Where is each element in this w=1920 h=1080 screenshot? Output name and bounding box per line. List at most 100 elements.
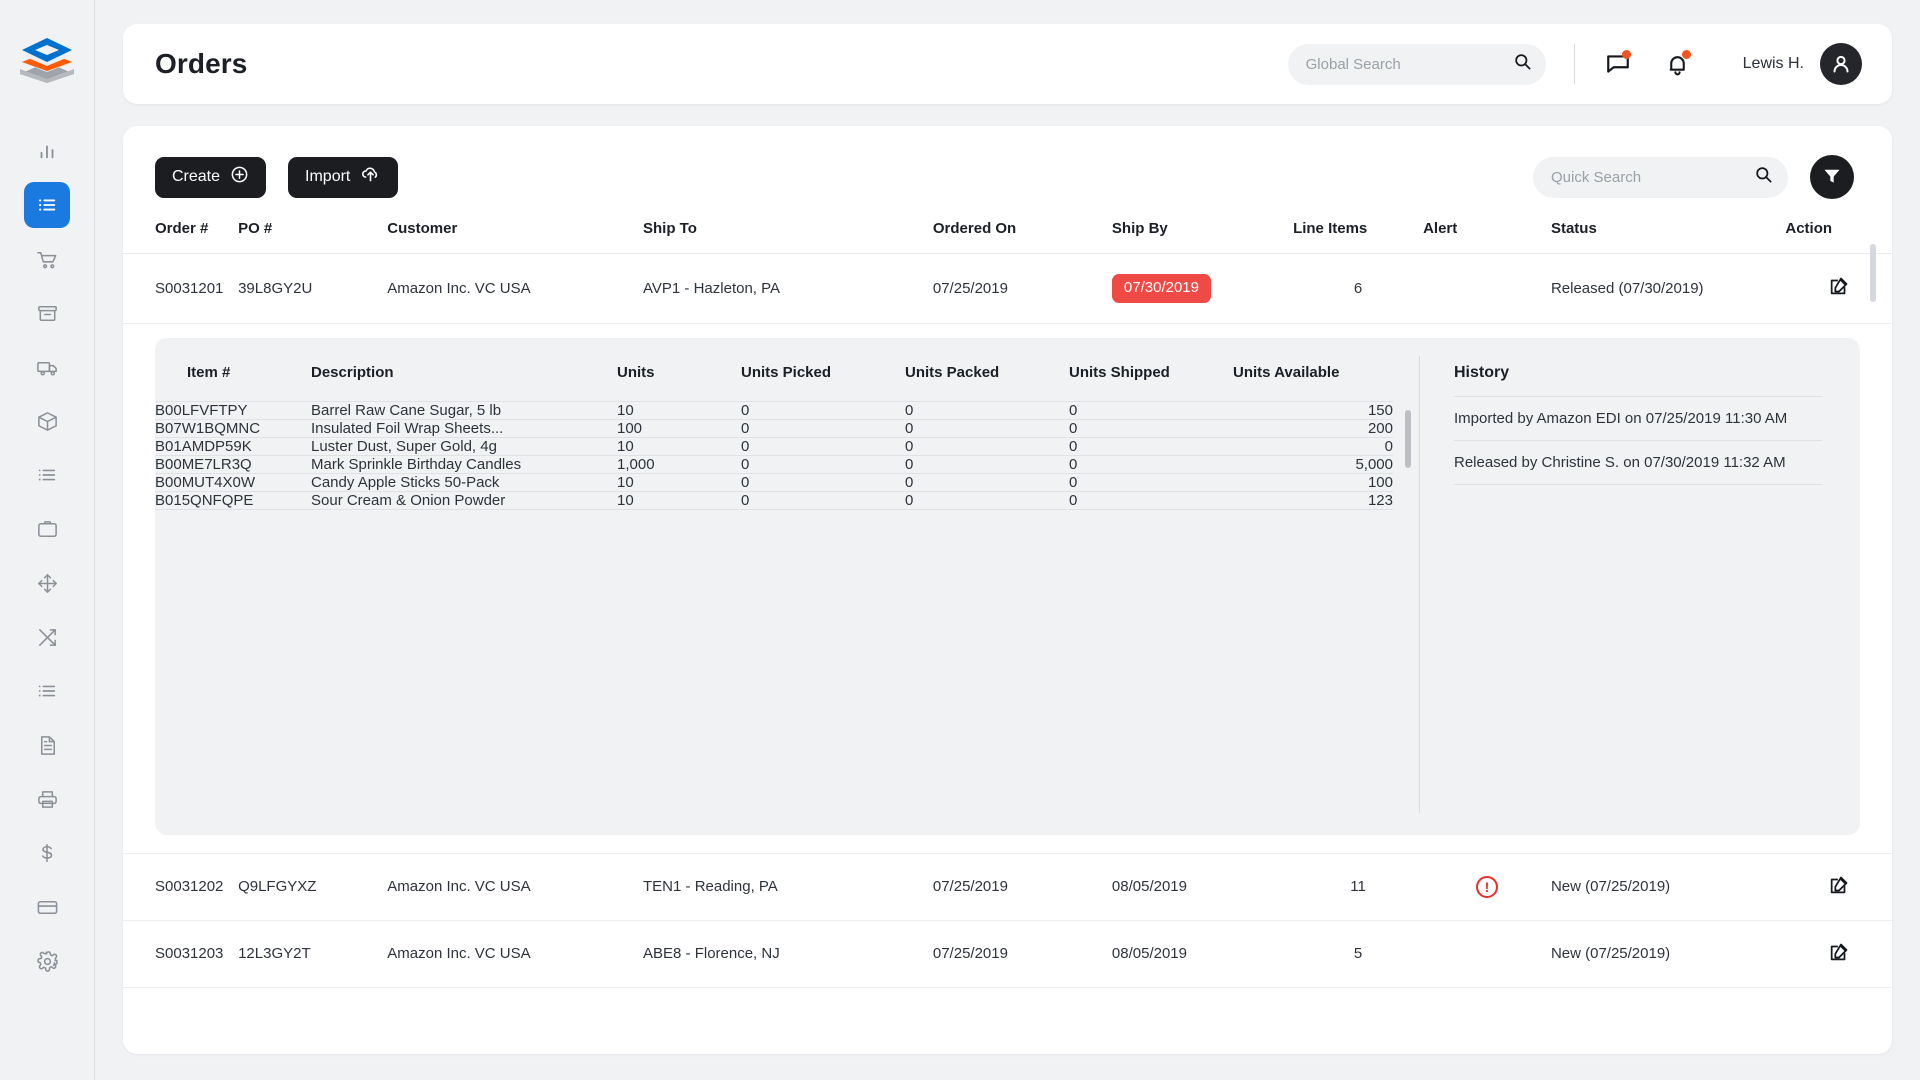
filter-button[interactable] xyxy=(1810,155,1854,199)
orders-panel: Create Import Quick Search Order # PO # … xyxy=(123,126,1892,1054)
sidebar-item-settings[interactable] xyxy=(24,938,70,984)
order-items-scroll[interactable]: Item # Description Units Units Picked Un… xyxy=(155,363,1419,792)
cell-units-picked: 0 xyxy=(741,437,905,456)
app-root: Orders Lewis H. xyxy=(0,0,1920,1080)
sidebar-item-picklists[interactable] xyxy=(24,452,70,498)
sidebar-item-billing[interactable] xyxy=(24,830,70,876)
global-search-input[interactable] xyxy=(1305,55,1513,73)
notifications-badge-dot xyxy=(1681,50,1691,59)
create-button[interactable]: Create xyxy=(155,156,267,198)
header-actions: Lewis H. xyxy=(1287,43,1862,85)
cell-po: 39L8GY2U xyxy=(238,253,388,324)
sidebar-item-orders[interactable] xyxy=(24,182,70,228)
edit-icon[interactable] xyxy=(1828,941,1850,966)
item-row[interactable]: B07W1BQMNC Insulated Foil Wrap Sheets...… xyxy=(155,419,1393,438)
cell-po: Q9LFGYXZ xyxy=(238,853,388,921)
sidebar-item-tasks[interactable] xyxy=(24,506,70,552)
page-title: Orders xyxy=(155,48,248,79)
history-entry: Imported by Amazon EDI on 07/25/2019 11:… xyxy=(1454,395,1822,440)
column-header-item: Item # xyxy=(155,363,311,402)
item-row[interactable]: B00LFVFTPY Barrel Raw Cane Sugar, 5 lb 1… xyxy=(155,401,1393,420)
sidebar-item-receiving[interactable] xyxy=(24,290,70,336)
orders-table-scrollbar[interactable] xyxy=(1870,244,1876,302)
cell-units-packed: 0 xyxy=(905,455,1069,474)
funnel-icon xyxy=(1822,166,1842,189)
cell-units-shipped: 0 xyxy=(1069,419,1233,438)
sidebar-item-transfers[interactable] xyxy=(24,614,70,660)
quick-search-input[interactable] xyxy=(1551,168,1754,186)
cell-line-items: 11 xyxy=(1293,853,1424,921)
avatar[interactable] xyxy=(1820,43,1862,85)
cell-units-available: 150 xyxy=(1233,401,1393,420)
cell-description: Insulated Foil Wrap Sheets... xyxy=(311,419,617,438)
cell-units-packed: 0 xyxy=(905,401,1069,420)
plus-circle-icon xyxy=(230,165,249,189)
item-row[interactable]: B00MUT4X0W Candy Apple Sticks 50-Pack 10… xyxy=(155,473,1393,492)
cell-ordered-on: 07/25/2019 xyxy=(932,920,1112,988)
cell-item: B07W1BQMNC xyxy=(155,419,311,438)
sidebar-item-inventory[interactable] xyxy=(24,398,70,444)
column-header-units-packed: Units Packed xyxy=(905,363,1069,402)
column-header-units-picked: Units Picked xyxy=(741,363,905,402)
chat-bubble-icon[interactable] xyxy=(1601,47,1635,81)
edit-icon[interactable] xyxy=(1828,275,1850,300)
column-header-ordered-on: Ordered On xyxy=(932,202,1112,254)
sidebar-item-purchasing[interactable] xyxy=(24,236,70,282)
cell-item: B01AMDP59K xyxy=(155,437,311,456)
messages-badge-dot xyxy=(1621,50,1631,59)
quick-search[interactable] xyxy=(1533,156,1788,198)
ship-by-badge: 07/30/2019 xyxy=(1111,274,1211,303)
cell-units-available: 200 xyxy=(1233,419,1393,438)
order-detail-row: Item # Description Units Units Picked Un… xyxy=(123,323,1892,854)
sidebar-item-shipping[interactable] xyxy=(24,344,70,390)
item-row[interactable]: B01AMDP59K Luster Dust, Super Gold, 4g 1… xyxy=(155,437,1393,456)
create-button-label: Create xyxy=(172,168,221,185)
column-header-description: Description xyxy=(311,363,617,402)
cloud-upload-icon xyxy=(360,164,381,190)
global-search[interactable] xyxy=(1287,43,1546,85)
header-divider xyxy=(1573,44,1575,84)
sidebar-item-analytics[interactable] xyxy=(24,128,70,174)
cell-units-packed: 0 xyxy=(905,473,1069,492)
import-button[interactable]: Import xyxy=(288,156,399,198)
cell-action xyxy=(1785,253,1892,324)
bell-icon[interactable] xyxy=(1661,47,1695,81)
sidebar-item-moves[interactable] xyxy=(24,560,70,606)
history-title: History xyxy=(1454,363,1510,381)
table-row[interactable]: S0031203 12L3GY2T Amazon Inc. VC USA ABE… xyxy=(123,920,1892,988)
order-detail-panel: Item # Description Units Units Picked Un… xyxy=(155,337,1860,835)
sidebar-item-payments[interactable] xyxy=(24,884,70,930)
sidebar-item-counts[interactable] xyxy=(24,668,70,714)
cell-units: 10 xyxy=(617,491,741,510)
table-row[interactable]: S0031201 39L8GY2U Amazon Inc. VC USA AVP… xyxy=(123,253,1892,324)
cell-ship-to: TEN1 - Reading, PA xyxy=(643,853,933,921)
column-header-ship-by: Ship By xyxy=(1111,202,1294,254)
search-icon xyxy=(1754,165,1773,189)
cell-description: Candy Apple Sticks 50-Pack xyxy=(311,473,617,492)
cell-ordered-on: 07/25/2019 xyxy=(932,253,1112,324)
cell-units-available: 100 xyxy=(1233,473,1393,492)
cell-line-items: 6 xyxy=(1293,253,1424,324)
item-row[interactable]: B00ME7LR3Q Mark Sprinkle Birthday Candle… xyxy=(155,455,1393,474)
orders-table: Order # PO # Customer Ship To Ordered On… xyxy=(123,202,1892,988)
cell-units-shipped: 0 xyxy=(1069,401,1233,420)
column-header-units-shipped: Units Shipped xyxy=(1069,363,1233,402)
import-button-label: Import xyxy=(305,168,351,185)
items-scrollbar[interactable] xyxy=(1405,409,1411,468)
cell-ordered-on: 07/25/2019 xyxy=(932,853,1112,921)
sidebar-item-reports[interactable] xyxy=(24,722,70,768)
edit-icon[interactable] xyxy=(1828,874,1850,899)
cell-units-packed: 0 xyxy=(905,419,1069,438)
cell-units-shipped: 0 xyxy=(1069,491,1233,510)
sidebar xyxy=(0,0,95,1080)
table-row[interactable]: S0031202 Q9LFGYXZ Amazon Inc. VC USA TEN… xyxy=(123,853,1892,921)
stackline-layers-logo[interactable] xyxy=(16,36,78,84)
cell-units: 10 xyxy=(617,401,741,420)
cell-action xyxy=(1785,920,1892,988)
cell-action xyxy=(1785,853,1892,921)
column-header-ship-to: Ship To xyxy=(643,202,933,254)
cell-item: B015QNFQPE xyxy=(155,491,311,510)
item-row[interactable]: B015QNFQPE Sour Cream & Onion Powder 10 … xyxy=(155,491,1393,510)
sidebar-item-printing[interactable] xyxy=(24,776,70,822)
cell-units-available: 5,000 xyxy=(1233,455,1393,474)
